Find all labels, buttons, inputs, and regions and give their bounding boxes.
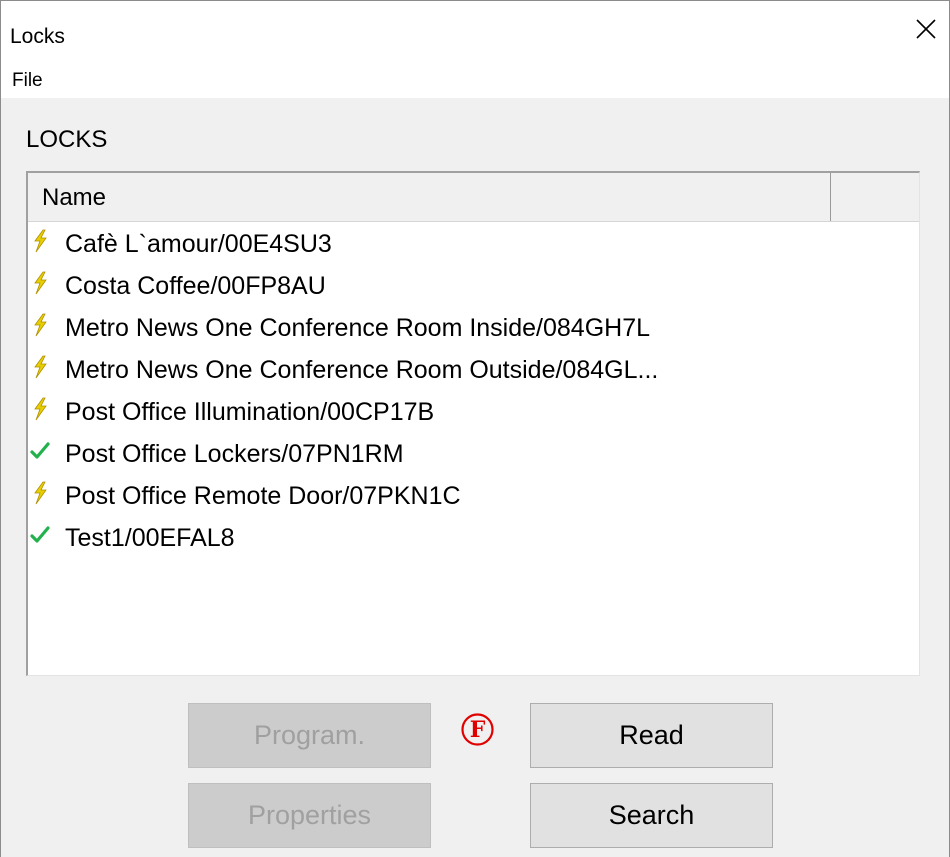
f-badge-text: F — [470, 717, 486, 743]
list-rows: Cafè L`amour/00E4SU3 Costa Coffee/00FP8AU… — [28, 225, 919, 561]
lightning-icon — [30, 397, 50, 421]
lightning-icon — [30, 355, 50, 379]
list-item-label: Post Office Lockers/07PN1RM — [65, 440, 404, 468]
column-header-name-label: Name — [42, 184, 107, 211]
list-item[interactable]: Metro News One Conference Room Outside/0… — [28, 351, 919, 393]
section-label: LOCKS — [26, 126, 108, 153]
search-button[interactable]: Search — [530, 783, 773, 848]
list-item[interactable]: Costa Coffee/00FP8AU — [28, 267, 919, 309]
title-bar: Locks — [0, 0, 950, 63]
list-item-label: Costa Coffee/00FP8AU — [65, 272, 326, 300]
close-icon — [916, 19, 936, 39]
f-badge-icon: F — [461, 713, 494, 746]
list-header: Name — [28, 173, 919, 222]
list-item[interactable]: Post Office Illumination/00CP17B — [28, 393, 919, 435]
lightning-icon — [30, 313, 50, 337]
list-item[interactable]: Post Office Lockers/07PN1RM — [28, 435, 919, 477]
properties-button[interactable]: Properties — [188, 783, 431, 848]
locks-list[interactable]: Name Cafè L`amour/00E4SU3 Costa Coffee/00… — [26, 171, 920, 676]
list-item-label: Metro News One Conference Room Outside/0… — [65, 356, 659, 384]
close-button[interactable] — [903, 9, 949, 49]
read-button[interactable]: Read — [530, 703, 773, 768]
list-item-label: Post Office Remote Door/07PKN1C — [65, 482, 461, 510]
lightning-icon — [30, 229, 50, 253]
window-title: Locks — [10, 25, 65, 48]
lightning-icon — [30, 481, 50, 505]
menu-file[interactable]: File — [12, 70, 43, 92]
list-item-label: Post Office Illumination/00CP17B — [65, 398, 435, 426]
check-icon — [30, 439, 50, 463]
program-button[interactable]: Program. — [188, 703, 431, 768]
menu-bar: File — [0, 62, 950, 98]
column-header-name[interactable]: Name — [28, 173, 831, 221]
list-item[interactable]: Metro News One Conference Room Inside/08… — [28, 309, 919, 351]
list-item-label: Metro News One Conference Room Inside/08… — [65, 314, 651, 342]
lightning-icon — [30, 271, 50, 295]
list-item-label: Test1/00EFAL8 — [65, 524, 235, 552]
check-icon — [30, 523, 50, 547]
list-item-label: Cafè L`amour/00E4SU3 — [65, 230, 332, 258]
list-item[interactable]: Post Office Remote Door/07PKN1C — [28, 477, 919, 519]
column-header-extra[interactable] — [832, 173, 918, 221]
list-item[interactable]: Test1/00EFAL8 — [28, 519, 919, 561]
list-item[interactable]: Cafè L`amour/00E4SU3 — [28, 225, 919, 267]
